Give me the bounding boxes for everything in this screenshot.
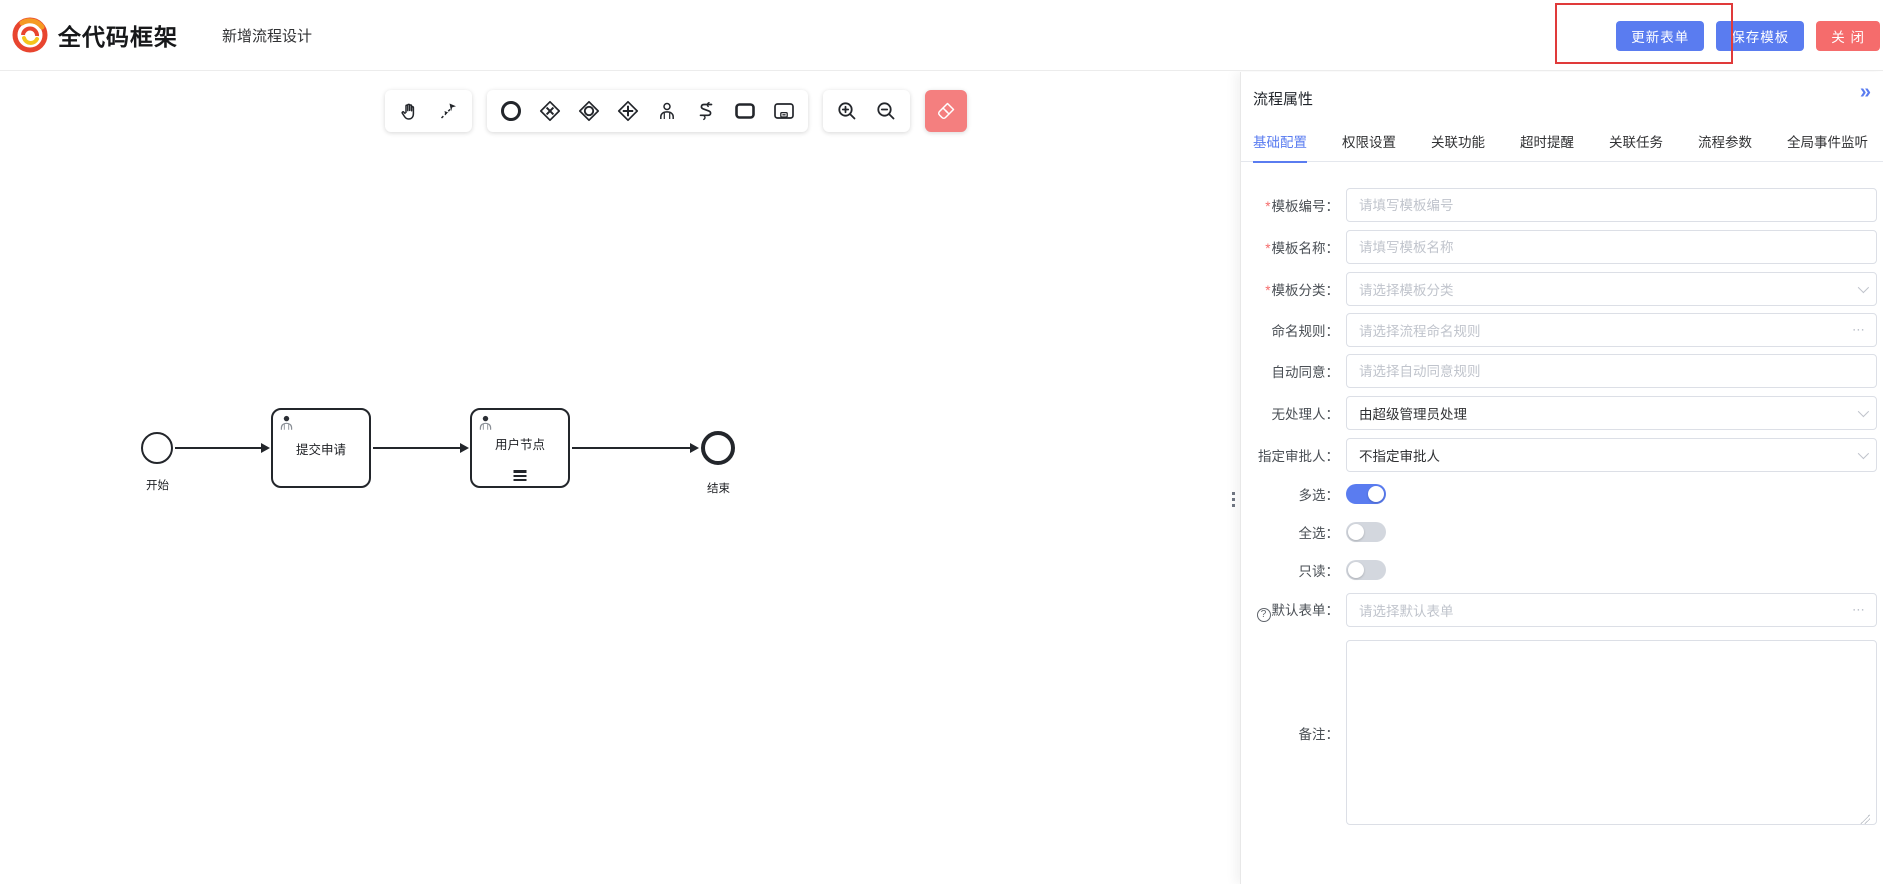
header-actions: 更新表单 保存模板 关 闭 [1616, 21, 1880, 51]
form-row-naming-rule: 命名规则： 请选择流程命名规则 ⋯ [1241, 313, 1877, 347]
form-row-multi-select: 多选： [1241, 484, 1877, 504]
parallel-gateway-icon[interactable] [613, 96, 643, 126]
user-task-icon[interactable] [652, 96, 682, 126]
panel-title: 流程属性 [1253, 88, 1313, 109]
remark-textarea[interactable] [1346, 640, 1877, 825]
read-only-toggle[interactable] [1346, 560, 1386, 580]
connection-icon[interactable] [433, 96, 463, 126]
naming-rule-picker[interactable]: 请选择流程命名规则 [1346, 313, 1877, 347]
toolbar-group-tools [385, 90, 472, 132]
sequence-flow[interactable] [175, 447, 261, 449]
form-row-assigned-approver: 指定审批人： 不指定审批人 [1241, 438, 1877, 472]
sequence-flow[interactable] [572, 447, 690, 449]
field-label: 无处理人： [1241, 403, 1339, 423]
form-row-remark: 备注： [1241, 640, 1877, 825]
bpmn-end-event[interactable] [701, 431, 735, 465]
zoom-out-icon[interactable] [871, 96, 901, 126]
task-icon[interactable] [730, 96, 760, 126]
field-label: 只读： [1241, 560, 1339, 580]
hand-icon[interactable] [394, 96, 424, 126]
no-handler-select[interactable]: 由超级管理员处理 [1346, 396, 1877, 430]
field-label: 自动同意： [1241, 361, 1339, 381]
toolbar-group-zoom [823, 90, 910, 132]
header: 全代码框架 新增流程设计 更新表单 保存模板 关 闭 [0, 0, 1883, 71]
page-title: 新增流程设计 [222, 25, 312, 46]
tab-related-task[interactable]: 关联任务 [1609, 120, 1663, 162]
subprocess-icon[interactable] [769, 96, 799, 126]
template-name-input[interactable] [1346, 230, 1877, 264]
panel-tabs: 基础配置 权限设置 关联功能 超时提醒 关联任务 流程参数 全局事件监听 [1241, 120, 1883, 162]
form-row-default-form: ?默认表单： 请选择默认表单 ⋯ [1241, 593, 1877, 627]
save-template-button[interactable]: 保存模板 [1716, 21, 1804, 51]
select-all-toggle[interactable] [1346, 522, 1386, 542]
field-label: 默认表单： [1272, 603, 1340, 618]
panel-resize-handle[interactable] [1229, 489, 1238, 510]
end-event-label: 结束 [707, 480, 730, 496]
brand-logo-icon [10, 15, 50, 55]
field-label: 多选： [1241, 484, 1339, 504]
script-icon[interactable] [691, 96, 721, 126]
inclusive-gateway-icon[interactable] [574, 96, 604, 126]
collapse-panel-icon[interactable]: » [1860, 82, 1871, 102]
app-root: 全代码框架 新增流程设计 更新表单 保存模板 关 闭 [0, 0, 1883, 884]
tab-process-params[interactable]: 流程参数 [1698, 120, 1752, 162]
required-asterisk: * [1265, 283, 1270, 298]
sequence-flow[interactable] [373, 447, 460, 449]
tab-permission[interactable]: 权限设置 [1342, 120, 1396, 162]
form-row-read-only: 只读： [1241, 560, 1877, 580]
multi-select-toggle[interactable] [1346, 484, 1386, 504]
field-label: 命名规则： [1241, 320, 1339, 340]
form-row-template-code: *模板编号： [1241, 188, 1877, 222]
tab-timeout-reminder[interactable]: 超时提醒 [1520, 120, 1574, 162]
form-row-template-category: *模板分类： 请选择模板分类 [1241, 272, 1877, 306]
form-row-select-all: 全选： [1241, 522, 1877, 542]
start-event-icon[interactable] [496, 96, 526, 126]
help-icon: ? [1257, 608, 1271, 622]
tab-global-event-listener[interactable]: 全局事件监听 [1787, 120, 1868, 162]
tab-related-function[interactable]: 关联功能 [1431, 120, 1485, 162]
form-row-no-handler: 无处理人： 由超级管理员处理 [1241, 396, 1877, 430]
template-category-select[interactable]: 请选择模板分类 [1346, 272, 1877, 306]
ellipsis-icon: ⋯ [1852, 602, 1866, 618]
zoom-in-icon[interactable] [832, 96, 862, 126]
field-label: 指定审批人： [1241, 445, 1339, 465]
field-label: 模板名称： [1272, 241, 1340, 256]
bpmn-task-user-node[interactable]: 用户节点 [470, 408, 570, 488]
required-asterisk: * [1265, 241, 1270, 256]
field-label: 备注： [1241, 723, 1339, 743]
form-row-auto-agree: 自动同意： [1241, 354, 1877, 388]
format-painter-icon [935, 100, 957, 122]
format-painter-button[interactable] [925, 90, 967, 132]
auto-agree-input[interactable] [1346, 354, 1877, 388]
bpmn-canvas[interactable]: 开始 提交申请 用户节点 结束 [0, 72, 1240, 884]
required-asterisk: * [1265, 199, 1270, 214]
default-form-picker[interactable]: 请选择默认表单 [1346, 593, 1877, 627]
field-label: 模板分类： [1272, 283, 1340, 298]
ellipsis-icon: ⋯ [1852, 322, 1866, 338]
toolbar-group-palette [487, 90, 808, 132]
tab-basic-config[interactable]: 基础配置 [1253, 120, 1307, 162]
update-form-button[interactable]: 更新表单 [1616, 21, 1704, 51]
exclusive-gateway-icon[interactable] [535, 96, 565, 126]
template-code-input[interactable] [1346, 188, 1877, 222]
properties-panel: 流程属性 » 基础配置 权限设置 关联功能 超时提醒 关联任务 流程参数 全局事… [1240, 72, 1883, 884]
start-event-label: 开始 [146, 477, 169, 493]
bpmn-task-submit[interactable]: 提交申请 [271, 408, 371, 488]
multi-instance-marker-icon [514, 470, 527, 481]
bpmn-start-event[interactable] [141, 432, 173, 464]
field-label: 模板编号： [1272, 199, 1340, 214]
brand-title: 全代码框架 [58, 18, 178, 52]
close-button[interactable]: 关 闭 [1816, 21, 1880, 51]
canvas-toolbar [385, 90, 967, 132]
assigned-approver-select[interactable]: 不指定审批人 [1346, 438, 1877, 472]
field-label: 全选： [1241, 522, 1339, 542]
form-row-template-name: *模板名称： [1241, 230, 1877, 264]
task-label: 提交申请 [273, 410, 369, 486]
